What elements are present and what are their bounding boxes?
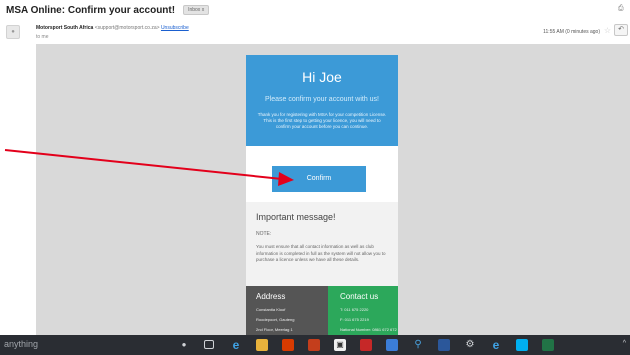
sender-row: ● Motorsport South Africa <support@motor… <box>0 21 630 43</box>
unsubscribe-link[interactable]: Unsubscribe <box>161 25 189 31</box>
settings-icon[interactable]: ⚙ <box>464 339 476 351</box>
email-card: Hi Joe Please confirm your account with … <box>246 55 398 335</box>
important-message-section: Important message! NOTE: You must ensure… <box>246 202 398 286</box>
sender-email: <support@motorsport.co.za> <box>94 25 160 31</box>
taskbar: anything ● e ▣ ⚲ ⚙ e ^ <box>0 335 630 355</box>
hero-banner: Hi Joe Please confirm your account with … <box>246 55 398 146</box>
star-icon[interactable]: ☆ <box>604 26 611 35</box>
edge-icon[interactable]: e <box>230 339 242 351</box>
sender-name[interactable]: Motorsport South Africa <box>36 25 93 31</box>
confirm-section: Confirm <box>246 146 398 202</box>
system-tray-chevron[interactable]: ^ <box>623 340 626 347</box>
address-line: Constantia Kloof <box>256 307 286 312</box>
email-footer: Address Constantia Kloof Roodepoort, Gau… <box>246 286 398 335</box>
skype-icon[interactable] <box>516 339 528 351</box>
excel-icon[interactable] <box>542 339 554 351</box>
contact-line: T: 011 675 2220 <box>340 307 369 312</box>
office-icon[interactable] <box>282 339 294 351</box>
search-icon[interactable]: ⚲ <box>412 339 424 351</box>
address-line: Roodepoort, Gauteng <box>256 317 295 322</box>
confirm-button[interactable]: Confirm <box>272 166 366 192</box>
sender-line: Motorsport South Africa <support@motorsp… <box>36 25 189 31</box>
contact-title: Contact us <box>340 292 379 301</box>
reply-button[interactable]: ↶ <box>614 24 628 36</box>
inbox-label-tag[interactable]: Inbox x <box>183 5 210 15</box>
contact-line: F: 011 675 2219 <box>340 317 369 322</box>
address-block: Address Constantia Kloof Roodepoort, Gau… <box>246 286 328 335</box>
contact-line: National Number: 0861 672 672 <box>340 327 397 332</box>
address-line: 2nd Floor, Meerlag 1 <box>256 327 293 332</box>
contact-block: Contact us T: 011 675 2220 F: 011 675 22… <box>328 286 398 335</box>
email-subject-bar: MSA Online: Confirm your account! Inbox … <box>0 0 630 20</box>
notice-label: NOTE: <box>256 231 272 237</box>
microphone-icon[interactable]: ● <box>178 339 190 351</box>
greeting-heading: Hi Joe <box>302 69 342 85</box>
edge-icon-secondary[interactable]: e <box>490 339 502 351</box>
email-timestamp: 11:55 AM (0 minutes ago) <box>543 29 600 35</box>
recipient-line[interactable]: to me <box>36 34 49 40</box>
taskbar-search-input[interactable]: anything <box>4 339 38 349</box>
print-icon[interactable]: ⎙ <box>618 5 626 13</box>
file-explorer-icon[interactable] <box>256 339 268 351</box>
notice-body: You must ensure that all contact informa… <box>256 244 386 262</box>
photos-icon[interactable] <box>386 339 398 351</box>
email-subject: MSA Online: Confirm your account! <box>6 4 176 16</box>
acrobat-icon[interactable] <box>360 339 372 351</box>
store-icon[interactable]: ▣ <box>334 339 346 351</box>
notice-title: Important message! <box>256 212 336 222</box>
powerpoint-icon[interactable] <box>308 339 320 351</box>
hero-body-text: Thank you for registering with MSA for y… <box>257 112 387 129</box>
address-title: Address <box>256 292 286 301</box>
avatar: ● <box>6 25 20 39</box>
confirm-subheading: Please confirm your account with us! <box>265 96 379 103</box>
word-icon[interactable] <box>438 339 450 351</box>
task-view-icon[interactable] <box>204 340 214 349</box>
